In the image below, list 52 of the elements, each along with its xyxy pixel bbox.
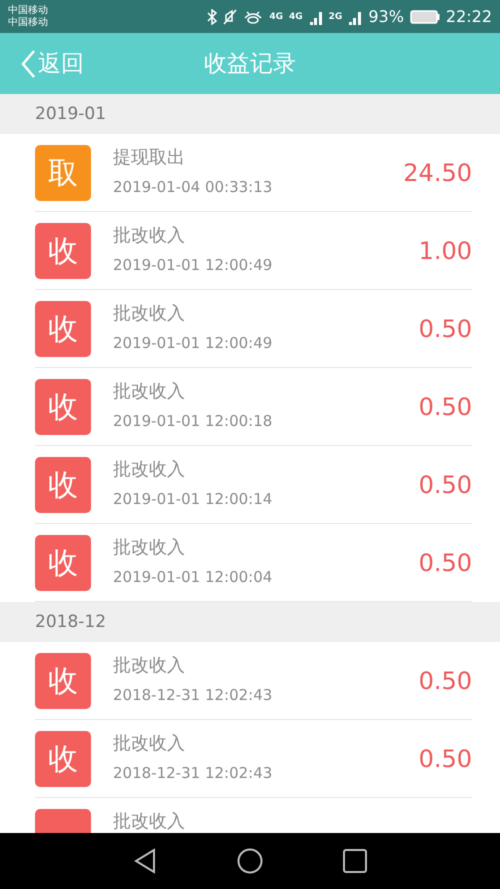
type-badge: 收 [35, 653, 91, 709]
record-amount: 0.50 [418, 392, 472, 420]
record-time: 2018-12-31 12:02:43 [113, 686, 272, 704]
record-amount: 24.50 [403, 158, 472, 186]
carrier-name: 中国移动 [8, 16, 48, 28]
carrier-name: 中国移动 [8, 4, 48, 16]
bluetooth-icon [207, 8, 218, 24]
record-amount: 0.50 [418, 314, 472, 342]
record-time: 2019-01-04 00:33:13 [113, 178, 272, 196]
type-badge: 收 [35, 223, 91, 279]
type-badge: 收 [35, 535, 91, 591]
record-time: 2019-01-01 12:00:49 [113, 256, 272, 274]
home-icon[interactable] [237, 848, 263, 874]
back-button[interactable]: 返回 [0, 48, 84, 79]
type-badge: 收 [35, 379, 91, 435]
record-amount: 0.50 [418, 470, 472, 498]
record-title: 批改收入 [113, 459, 186, 480]
month-header: 2019-01 [0, 94, 500, 134]
type-badge: 取 [35, 145, 91, 201]
clock-time: 22:22 [446, 7, 492, 26]
record-time: 2019-01-01 12:00:49 [113, 334, 272, 352]
back-chevron-icon [20, 48, 36, 78]
record-title: 批改收入 [113, 225, 186, 246]
record-title: 提现取出 [113, 147, 186, 168]
muted-icon [223, 8, 238, 24]
page-title: 收益记录 [204, 51, 296, 77]
record-title: 批改收入 [113, 655, 186, 676]
type-badge: 收 [35, 731, 91, 787]
record-title: 批改收入 [113, 303, 186, 324]
battery-icon [410, 10, 440, 24]
record-time: 2019-01-01 12:00:04 [113, 568, 272, 586]
eye-icon [243, 10, 264, 24]
record-title: 批改收入 [113, 733, 186, 754]
record-time: 2019-01-01 12:00:14 [113, 490, 272, 508]
battery-percent: 93% [368, 7, 404, 26]
type-badge: 收 [35, 457, 91, 513]
record-title: 批改收入 [113, 537, 186, 558]
recents-icon[interactable] [343, 849, 367, 873]
record-time: 2019-01-01 12:00:18 [113, 412, 272, 430]
back-icon[interactable] [133, 848, 157, 874]
record-amount: 0.50 [418, 548, 472, 576]
record-amount: 0.50 [418, 666, 472, 694]
record-title: 批改收入 [113, 811, 185, 832]
type-badge: 收 [35, 301, 91, 357]
record-amount: 1.00 [418, 236, 472, 264]
record-title: 批改收入 [113, 381, 186, 402]
record-time: 2018-12-31 12:02:43 [113, 764, 272, 782]
month-header: 2018-12 [0, 602, 500, 642]
network-label: 4G [289, 12, 303, 22]
record-amount: 0.50 [418, 744, 472, 772]
network-label: 4G [269, 12, 284, 22]
network-label: 2G [328, 12, 342, 22]
